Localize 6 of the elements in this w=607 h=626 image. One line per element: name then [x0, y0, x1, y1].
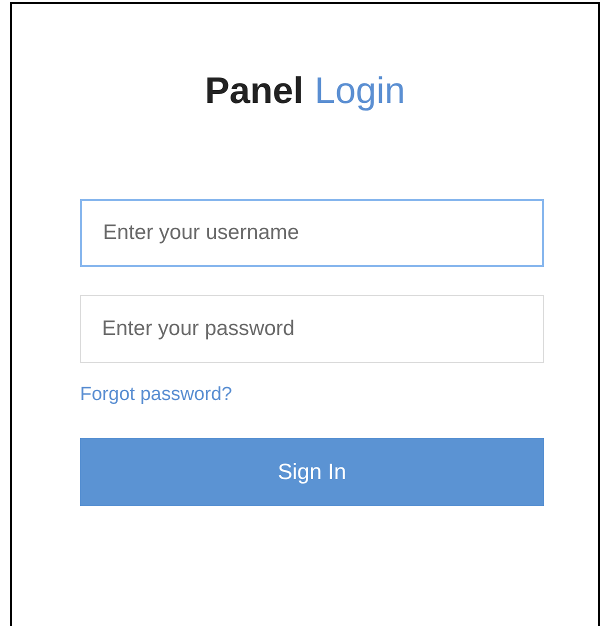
forgot-password-link[interactable]: Forgot password?: [80, 383, 232, 407]
username-field[interactable]: Enter your username: [80, 199, 544, 267]
title-text: Panel: [204, 70, 304, 111]
password-field[interactable]: Enter your password: [80, 295, 544, 363]
title-subtext: Login: [314, 70, 406, 111]
sign-in-button[interactable]: Sign In: [80, 438, 544, 506]
